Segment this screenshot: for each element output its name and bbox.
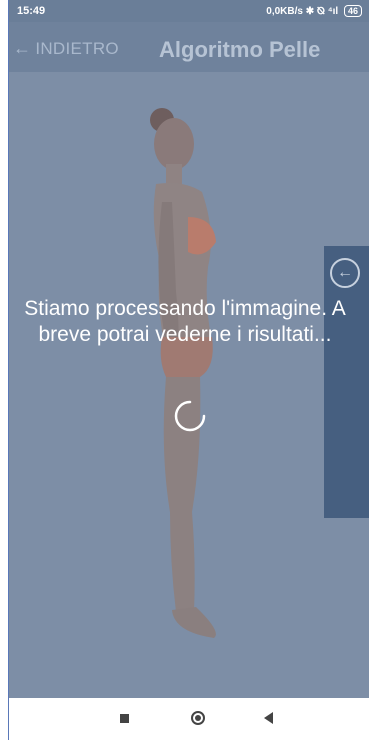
- back-button[interactable]: ← INDIETRO: [13, 38, 119, 59]
- battery-icon: 46: [343, 5, 362, 17]
- home-icon[interactable]: [191, 711, 205, 725]
- app-header: ← INDIETRO Algoritmo Pelle: [9, 22, 369, 72]
- back-triangle-icon[interactable]: [264, 712, 273, 724]
- recent-apps-icon[interactable]: [120, 714, 129, 723]
- page-title: Algoritmo Pelle: [159, 37, 321, 62]
- status-bar: 15:49 0,0KB/s ✱ ⦰ ⁴ıl 46: [9, 0, 369, 22]
- app-frame: 15:49 0,0KB/s ✱ ⦰ ⁴ıl 46 ← INDIETRO Algor…: [8, 0, 369, 740]
- system-navigation-bar: [9, 698, 369, 740]
- body-model-image: [150, 108, 216, 638]
- arrow-left-icon: ←: [13, 38, 32, 58]
- loading-spinner-icon: [174, 400, 206, 432]
- status-time: 15:49: [17, 5, 46, 17]
- side-drawer-tab[interactable]: ←: [324, 246, 369, 518]
- status-indicators: 0,0KB/s ✱ ⦰ ⁴ıl 46: [266, 5, 362, 17]
- arrow-left-circle-icon[interactable]: ←: [330, 258, 360, 288]
- processing-message: Stiamo processando l'immagine. A breve p…: [24, 297, 346, 346]
- network-indicators: 0,0KB/s ✱ ⦰ ⁴ıl: [266, 6, 339, 17]
- body-model-viewer[interactable]: [9, 72, 369, 698]
- back-label: INDIETRO: [35, 39, 119, 58]
